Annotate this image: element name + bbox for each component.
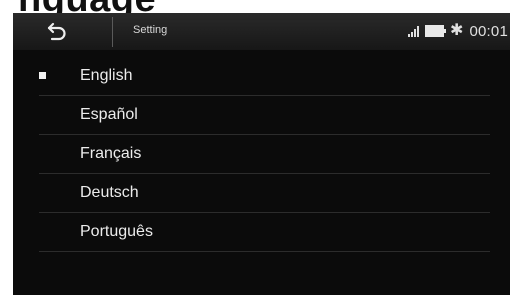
back-arrow-icon	[47, 22, 66, 41]
language-item-deutsch[interactable]: Deutsch	[39, 174, 490, 213]
language-label: Deutsch	[80, 184, 139, 201]
bluetooth-icon: ✱	[450, 22, 464, 39]
language-list: English Español Français Deutsch Portugu…	[13, 57, 510, 252]
back-button[interactable]	[37, 19, 77, 45]
language-label: Português	[80, 223, 153, 240]
status-icons: ✱ 00:01	[408, 19, 508, 43]
header-title: Setting	[133, 24, 168, 36]
battery-icon	[425, 25, 447, 37]
selected-indicator	[39, 72, 46, 79]
language-item-english[interactable]: English	[39, 57, 490, 96]
clock: 00:01	[469, 22, 508, 40]
device-screen: Setting ✱ 00:01 English Español Français…	[13, 13, 510, 295]
signal-icon	[408, 25, 420, 37]
language-label: English	[80, 67, 133, 84]
header-divider	[112, 17, 113, 47]
language-item-espanol[interactable]: Español	[39, 96, 490, 135]
top-bar: Setting ✱ 00:01	[13, 13, 510, 50]
language-label: Français	[80, 145, 142, 162]
language-item-francais[interactable]: Français	[39, 135, 490, 174]
language-label: Español	[80, 106, 138, 123]
language-item-portugues[interactable]: Português	[39, 213, 490, 252]
